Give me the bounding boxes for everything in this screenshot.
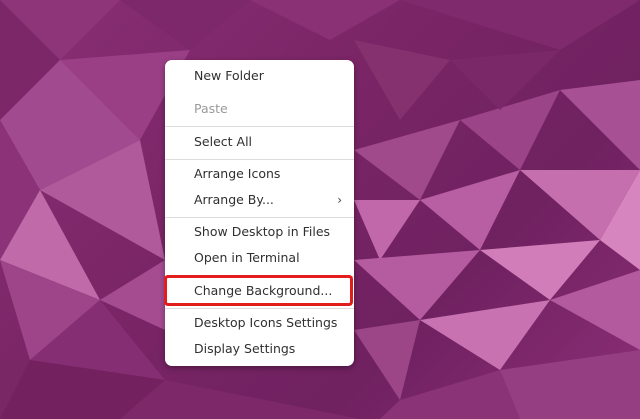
menu-item-arrange-icons[interactable]: Arrange Icons [165, 161, 354, 187]
menu-item-label: Arrange By... [194, 192, 274, 207]
menu-item-open-in-terminal[interactable]: Open in Terminal [165, 245, 354, 271]
menu-separator [165, 308, 354, 309]
desktop-background[interactable]: New Folder Paste Select All Arrange Icon… [0, 0, 640, 419]
menu-item-display-settings[interactable]: Display Settings [165, 336, 354, 362]
menu-separator [165, 217, 354, 218]
menu-item-new-folder[interactable]: New Folder [165, 63, 354, 89]
chevron-right-icon: › [337, 193, 342, 207]
menu-separator [165, 159, 354, 160]
menu-item-paste: Paste [194, 101, 228, 116]
menu-item-desktop-icons-settings[interactable]: Desktop Icons Settings [165, 310, 354, 336]
menu-separator [165, 126, 354, 127]
desktop-context-menu: New Folder Paste Select All Arrange Icon… [165, 60, 354, 366]
menu-item-select-all[interactable]: Select All [165, 129, 354, 155]
highlight-annotation [164, 275, 353, 306]
menu-item-show-desktop-in-files[interactable]: Show Desktop in Files [165, 219, 354, 245]
menu-item-arrange-by[interactable]: Arrange By... › [165, 187, 354, 213]
